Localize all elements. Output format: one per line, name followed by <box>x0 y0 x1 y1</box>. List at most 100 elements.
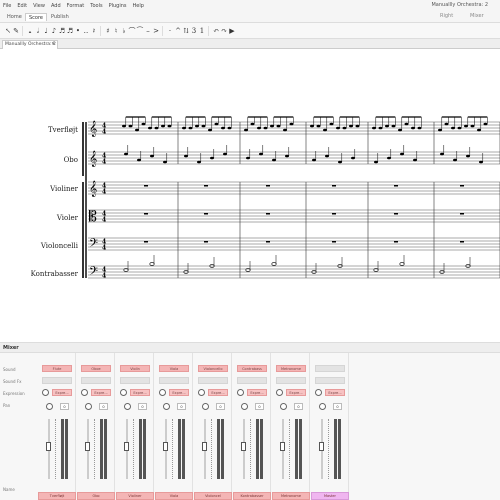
staccato-icon[interactable]: · <box>166 26 174 36</box>
sound-select[interactable]: Contrabass <box>237 365 267 372</box>
tab-home[interactable]: Home <box>4 13 25 21</box>
accent-icon[interactable]: > <box>152 26 160 36</box>
sound-fx-slot[interactable] <box>276 377 306 384</box>
expression-knob[interactable] <box>198 389 205 396</box>
whole-note-icon[interactable]: 𝅝 <box>26 26 34 36</box>
pan-value[interactable]: 0 <box>294 403 303 410</box>
expression-button[interactable]: Expre... <box>208 389 228 396</box>
expression-knob[interactable] <box>315 389 322 396</box>
channel-name[interactable]: Violoncel <box>194 492 232 500</box>
tie-icon[interactable]: ⌒ <box>128 26 136 36</box>
pan-value[interactable]: 0 <box>138 403 147 410</box>
expression-knob[interactable] <box>159 389 166 396</box>
thirty-second-note-icon[interactable]: ♬ <box>66 26 74 36</box>
undo-icon[interactable]: ↶ <box>212 26 220 36</box>
expression-knob[interactable] <box>276 389 283 396</box>
pan-value[interactable]: 0 <box>177 403 186 410</box>
tenuto-icon[interactable]: – <box>144 26 152 36</box>
expression-button[interactable]: Expre... <box>286 389 306 396</box>
menu-help[interactable]: Help <box>130 3 147 9</box>
dot-icon[interactable]: • <box>74 26 82 36</box>
menu-add[interactable]: Add <box>48 3 64 9</box>
expression-knob[interactable] <box>120 389 127 396</box>
score-canvas[interactable]: Tverfløjt Obo Violiner Violer Violoncell… <box>0 49 500 343</box>
sound-fx-slot[interactable] <box>315 377 345 384</box>
flat-icon[interactable]: ♭ <box>120 26 128 36</box>
volume-slider-handle[interactable] <box>280 442 285 451</box>
expression-knob[interactable] <box>42 389 49 396</box>
sound-select[interactable]: Violoncello <box>198 365 228 372</box>
pan-value[interactable]: 0 <box>99 403 108 410</box>
menu-tools[interactable]: Tools <box>87 3 105 9</box>
pan-knob[interactable] <box>319 403 326 410</box>
channel-name[interactable]: Kontrabasser <box>233 492 271 500</box>
pan-value[interactable]: 0 <box>255 403 264 410</box>
sixteenth-note-icon[interactable]: ♬ <box>58 26 66 36</box>
pan-knob[interactable] <box>202 403 209 410</box>
quarter-note-icon[interactable]: ♩ <box>42 26 50 36</box>
volume-slider-handle[interactable] <box>241 442 246 451</box>
pan-knob[interactable] <box>163 403 170 410</box>
expression-knob[interactable] <box>237 389 244 396</box>
pan-value[interactable]: 0 <box>216 403 225 410</box>
volume-slider-handle[interactable] <box>85 442 90 451</box>
channel-name[interactable]: Viola <box>155 492 193 500</box>
sound-fx-slot[interactable] <box>81 377 111 384</box>
arrow-icon[interactable]: ↖ <box>4 26 12 36</box>
eighth-note-icon[interactable]: ♪ <box>50 26 58 36</box>
sharp-icon[interactable]: ♯ <box>104 26 112 36</box>
pan-knob[interactable] <box>124 403 131 410</box>
volume-slider-handle[interactable] <box>163 442 168 451</box>
expression-button[interactable]: Expre... <box>52 389 72 396</box>
pan-knob[interactable] <box>241 403 248 410</box>
menu-file[interactable]: File <box>0 3 14 9</box>
sound-fx-slot[interactable] <box>198 377 228 384</box>
flip-icon[interactable]: ⇅ <box>182 26 190 36</box>
pan-knob[interactable] <box>46 403 53 410</box>
menu-view[interactable]: View <box>30 3 48 9</box>
marcato-icon[interactable]: ^ <box>174 26 182 36</box>
double-dot-icon[interactable]: ‥ <box>82 26 90 36</box>
expression-button[interactable]: Expre... <box>91 389 111 396</box>
voice-icon[interactable]: 1 <box>198 26 206 36</box>
volume-slider-handle[interactable] <box>319 442 324 451</box>
sound-fx-slot[interactable] <box>237 377 267 384</box>
channel-name[interactable]: Tverfløjt <box>38 492 76 500</box>
expression-button[interactable]: Expre... <box>169 389 189 396</box>
expression-button[interactable]: Expre... <box>325 389 345 396</box>
expression-button[interactable]: Expre... <box>247 389 267 396</box>
sound-select[interactable]: Violin <box>120 365 150 372</box>
tab-score[interactable]: Score <box>25 13 48 21</box>
mixer-button[interactable]: Mixer <box>470 13 484 19</box>
sound-select[interactable]: Flute <box>42 365 72 372</box>
tab-publish[interactable]: Publish <box>48 13 72 21</box>
sound-select[interactable]: Oboe <box>81 365 111 372</box>
right-button[interactable]: Right <box>440 13 453 19</box>
note-input-icon[interactable]: ✎ <box>12 26 20 36</box>
close-icon[interactable]: ✕ <box>51 41 55 49</box>
redo-icon[interactable]: ↷ <box>220 26 228 36</box>
sound-select[interactable]: Metronome <box>276 365 306 372</box>
tuplet-icon[interactable]: 3 <box>190 26 198 36</box>
pan-value[interactable]: 0 <box>60 403 69 410</box>
pan-value[interactable]: 0 <box>333 403 342 410</box>
menu-plugins[interactable]: Plugins <box>106 3 130 9</box>
menu-edit[interactable]: Edit <box>14 3 30 9</box>
channel-name[interactable]: Obo <box>77 492 115 500</box>
playback-icon[interactable]: ▶ <box>228 26 236 36</box>
menu-format[interactable]: Format <box>64 3 88 9</box>
natural-icon[interactable]: ♮ <box>112 26 120 36</box>
channel-name[interactable]: Violiner <box>116 492 154 500</box>
volume-slider-handle[interactable] <box>124 442 129 451</box>
slur-icon[interactable]: ⁀ <box>136 26 144 36</box>
document-tab[interactable]: Manuallly Orchestra: 2 ✕ <box>2 40 58 49</box>
expression-button[interactable]: Expre... <box>130 389 150 396</box>
volume-slider-handle[interactable] <box>202 442 207 451</box>
pan-knob[interactable] <box>85 403 92 410</box>
sound-fx-slot[interactable] <box>159 377 189 384</box>
rest-icon[interactable]: 𝄽 <box>90 26 98 36</box>
channel-name[interactable]: Metronome <box>272 492 310 500</box>
half-note-icon[interactable]: 𝅗𝅥 <box>34 26 42 36</box>
expression-knob[interactable] <box>81 389 88 396</box>
sound-fx-slot[interactable] <box>42 377 72 384</box>
